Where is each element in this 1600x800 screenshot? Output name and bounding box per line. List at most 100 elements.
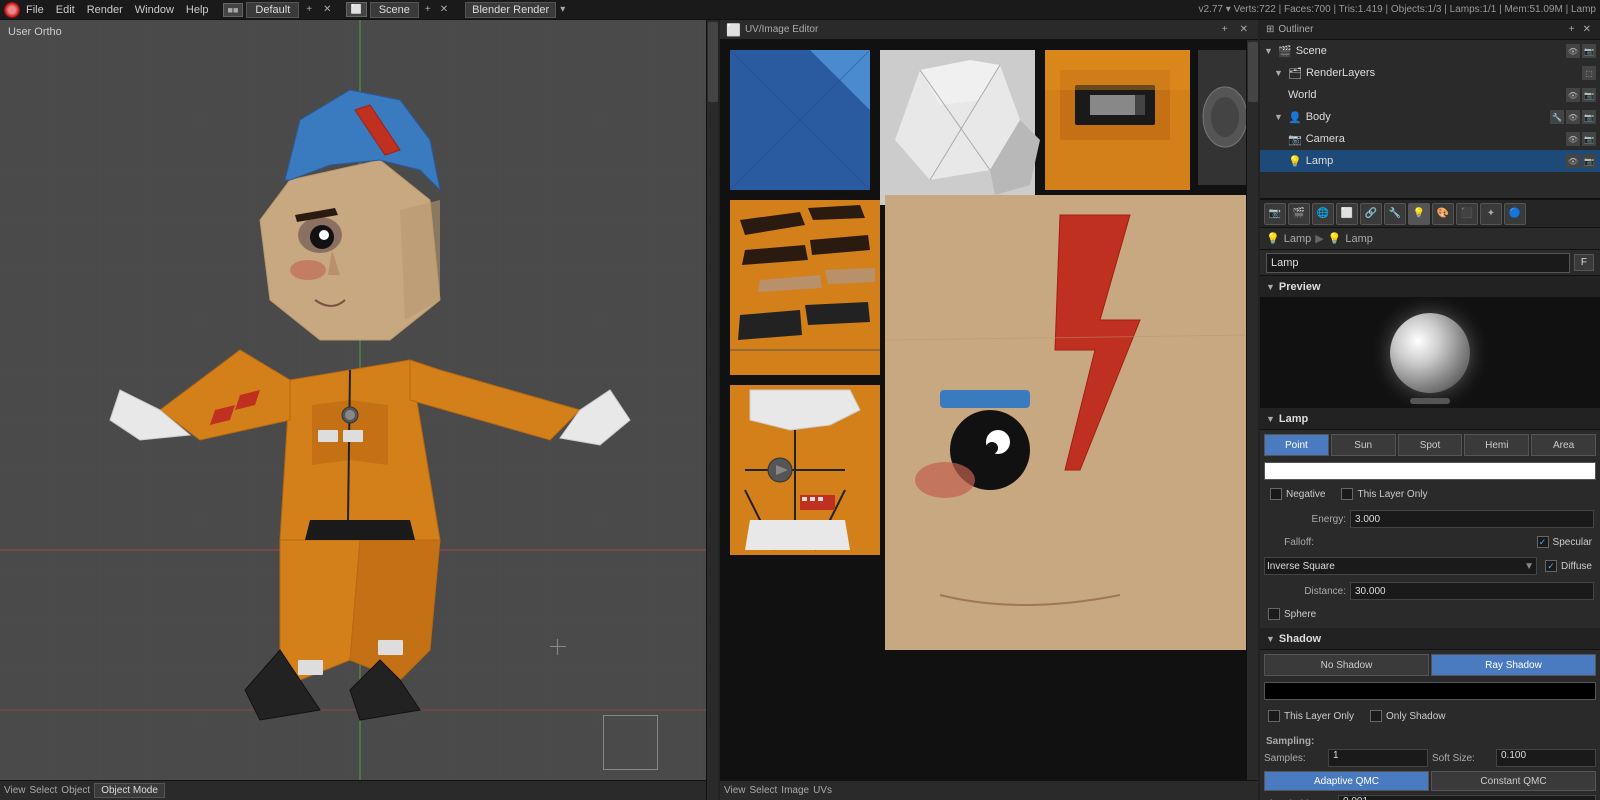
prop-data-icon[interactable]: 💡 <box>1408 203 1430 225</box>
layout-name[interactable]: Default <box>246 2 299 18</box>
cam-render-icon[interactable]: 📷 <box>1582 132 1596 146</box>
lamp-type-spot[interactable]: Spot <box>1398 434 1463 456</box>
scene-expand-icon[interactable]: ▼ <box>1264 46 1274 56</box>
3d-viewport[interactable]: User Ortho <box>0 20 720 800</box>
no-shadow-btn[interactable]: No Shadow <box>1264 654 1429 676</box>
uv-close[interactable]: ✕ <box>1236 23 1252 36</box>
specular-checkbox[interactable] <box>1537 536 1549 548</box>
uv-view-menu[interactable]: View <box>724 785 746 796</box>
diffuse-checkbox[interactable] <box>1545 560 1557 572</box>
scene-name[interactable]: Scene <box>370 2 419 18</box>
uv-image-menu[interactable]: Image <box>781 785 809 796</box>
prop-world-icon[interactable]: 🌐 <box>1312 203 1334 225</box>
uv-scrollbar-v[interactable] <box>1246 40 1258 800</box>
select-menu[interactable]: Select <box>30 785 58 796</box>
shadow-color-swatch[interactable] <box>1264 682 1596 700</box>
shadow-section-header[interactable]: ▼ Shadow <box>1260 628 1600 650</box>
character-svg <box>60 60 640 760</box>
layout-close[interactable]: ✕ <box>319 3 335 16</box>
lamp-color-swatch[interactable] <box>1264 462 1596 480</box>
outliner-item-camera[interactable]: 📷 Camera 👁 📷 <box>1260 128 1600 150</box>
shadow-layer-label: This Layer Only <box>1284 711 1354 722</box>
world-eye-icon[interactable]: 👁 <box>1566 88 1580 102</box>
sphere-checkbox[interactable] <box>1268 608 1280 620</box>
specular-row: Specular <box>1533 532 1596 552</box>
blender-logo[interactable] <box>4 2 20 18</box>
menu-help[interactable]: Help <box>186 4 209 16</box>
engine-selector[interactable]: Blender Render <box>465 2 556 18</box>
outliner-item-world[interactable]: World 👁 📷 <box>1260 84 1600 106</box>
body-render-icon[interactable]: 📷 <box>1582 110 1596 124</box>
eye-icon[interactable]: 👁 <box>1566 44 1580 58</box>
outliner-item-lamp[interactable]: 💡 Lamp 👁 📷 <box>1260 150 1600 172</box>
lamp-type-hemi[interactable]: Hemi <box>1464 434 1529 456</box>
distance-value[interactable]: 30.000 <box>1350 582 1594 600</box>
viewport-scrollbar-v[interactable] <box>706 20 718 800</box>
samples-value[interactable]: 1 <box>1328 749 1428 767</box>
breadcrumb-lamp2-icon: 💡 <box>1328 232 1342 245</box>
uv-expand[interactable]: + <box>1218 23 1232 36</box>
falloff-dropdown[interactable]: Inverse Square ▼ <box>1264 557 1537 575</box>
lamp-section-header[interactable]: ▼ Lamp <box>1260 408 1600 430</box>
uv-canvas-area[interactable] <box>720 40 1258 800</box>
lamp-fake-user-btn[interactable]: F <box>1574 254 1594 271</box>
mode-selector[interactable]: Object Mode <box>94 783 165 798</box>
prop-texture-icon[interactable]: ⬛ <box>1456 203 1478 225</box>
shadow-layer-checkbox[interactable] <box>1268 710 1280 722</box>
body-modifier-icon[interactable]: 🔧 <box>1550 110 1564 124</box>
uv-uvs-menu[interactable]: UVs <box>813 785 832 796</box>
prop-particles-icon[interactable]: ✦ <box>1480 203 1502 225</box>
negative-checkbox[interactable] <box>1270 488 1282 500</box>
outliner-item-body[interactable]: ▼ 👤 Body 🔧 👁 📷 <box>1260 106 1600 128</box>
adaptive-qmc-btn[interactable]: Adaptive QMC <box>1264 771 1429 791</box>
rl-expand-icon[interactable]: ▼ <box>1274 68 1284 78</box>
body-expand-icon[interactable]: ▼ <box>1274 112 1284 122</box>
scene-expand[interactable]: + <box>422 3 434 16</box>
render-icon[interactable]: 📷 <box>1582 44 1596 58</box>
prop-material-icon[interactable]: 🎨 <box>1432 203 1454 225</box>
outliner-item-scene[interactable]: ▼ 🎬 Scene 👁 📷 <box>1260 40 1600 62</box>
negative-checkbox-row: Negative <box>1266 484 1329 504</box>
menu-window[interactable]: Window <box>135 4 174 16</box>
outliner-item-renderlayers[interactable]: ▼ 🗂 RenderLayers ⬚ <box>1260 62 1600 84</box>
only-shadow-label: Only Shadow <box>1386 711 1445 722</box>
menu-file[interactable]: File <box>26 4 44 16</box>
rl-icon1[interactable]: ⬚ <box>1582 66 1596 80</box>
lamp-name-input[interactable] <box>1266 253 1570 273</box>
preview-section-header[interactable]: ▼ Preview <box>1260 276 1600 298</box>
outliner-expand-btn[interactable]: + <box>1566 24 1578 35</box>
view-menu[interactable]: View <box>4 785 26 796</box>
threshold-value[interactable]: 0.001 <box>1338 795 1596 800</box>
falloff-dropdown-arrow: ▼ <box>1524 561 1534 572</box>
lamp-type-area[interactable]: Area <box>1531 434 1596 456</box>
soft-size-value[interactable]: 0.100 <box>1496 749 1596 767</box>
menu-render[interactable]: Render <box>87 4 123 16</box>
ray-shadow-btn[interactable]: Ray Shadow <box>1431 654 1596 676</box>
energy-value[interactable]: 3.000 <box>1350 510 1594 528</box>
prop-physics-icon[interactable]: 🔵 <box>1504 203 1526 225</box>
preview-scrollbar[interactable] <box>1410 398 1450 404</box>
cam-eye-icon[interactable]: 👁 <box>1566 132 1580 146</box>
prop-constraint-icon[interactable]: 🔗 <box>1360 203 1382 225</box>
prop-render-icon[interactable]: 📷 <box>1264 203 1286 225</box>
lamp-eye-icon[interactable]: 👁 <box>1566 154 1580 168</box>
this-layer-only-checkbox[interactable] <box>1341 488 1353 500</box>
body-eye-icon[interactable]: 👁 <box>1566 110 1580 124</box>
prop-modifier-icon[interactable]: 🔧 <box>1384 203 1406 225</box>
outliner-close-btn[interactable]: ✕ <box>1580 24 1594 35</box>
prop-object-icon[interactable]: ⬜ <box>1336 203 1358 225</box>
world-render-icon[interactable]: 📷 <box>1582 88 1596 102</box>
uv-select-menu[interactable]: Select <box>750 785 778 796</box>
lamp-type-point[interactable]: Point <box>1264 434 1329 456</box>
lamp-type-sun[interactable]: Sun <box>1331 434 1396 456</box>
engine-expand[interactable]: ▾ <box>560 4 565 15</box>
layout-expand[interactable]: + <box>302 3 316 16</box>
sphere-row: Sphere <box>1264 604 1596 624</box>
scene-close[interactable]: ✕ <box>437 3 451 16</box>
only-shadow-checkbox[interactable] <box>1370 710 1382 722</box>
prop-scene-icon[interactable]: 🎬 <box>1288 203 1310 225</box>
object-menu[interactable]: Object <box>61 785 90 796</box>
lamp-render-icon[interactable]: 📷 <box>1582 154 1596 168</box>
constant-qmc-btn[interactable]: Constant QMC <box>1431 771 1596 791</box>
menu-edit[interactable]: Edit <box>56 4 75 16</box>
